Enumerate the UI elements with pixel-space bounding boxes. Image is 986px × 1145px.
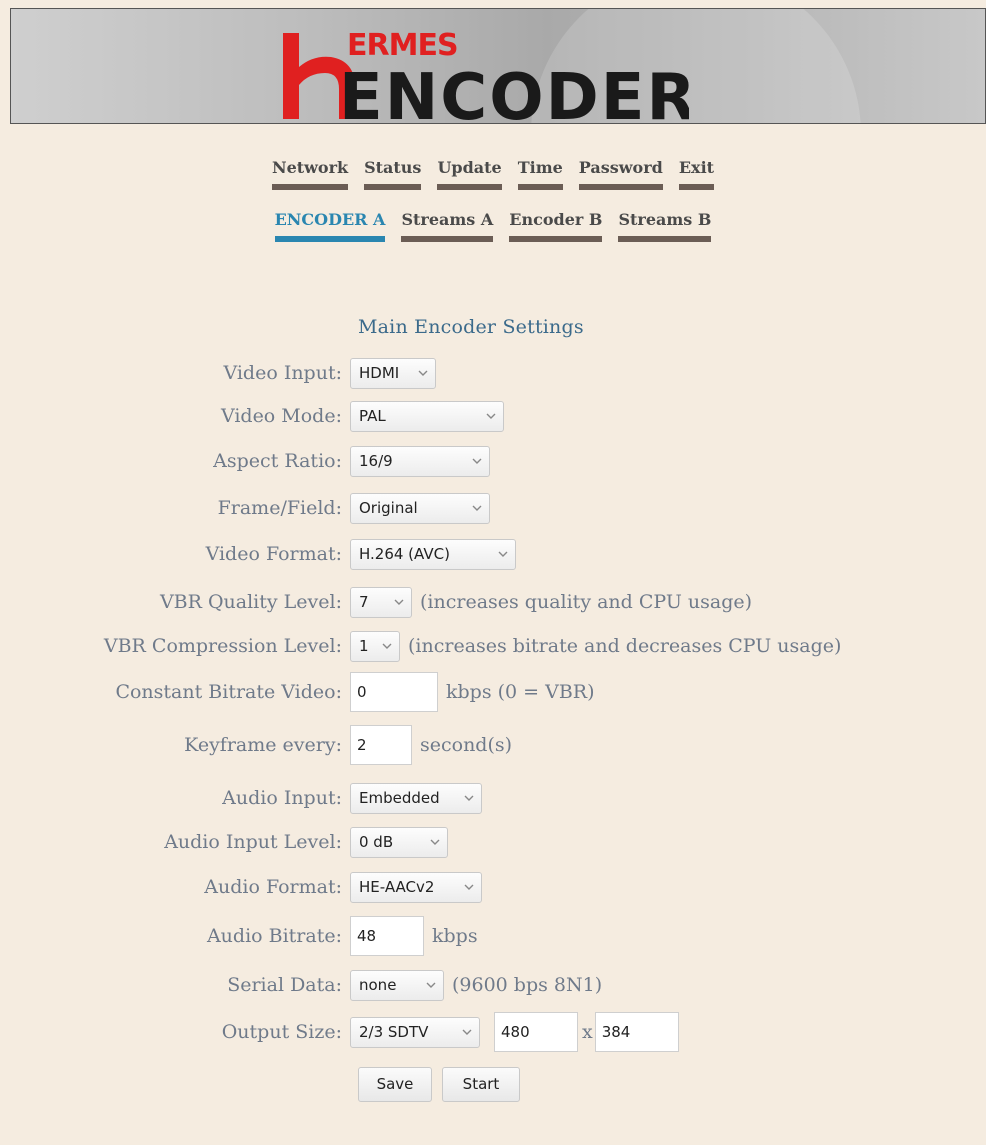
audio-input-select[interactable]: Embedded [350,782,482,814]
label-keyframe: Keyframe every: [184,734,342,756]
row-video-input: Video Input: HDMI [0,355,436,391]
nav-network[interactable]: Network [271,158,349,190]
chevron-down-icon [462,1029,472,1035]
audio-level-value: 0 dB [359,833,394,851]
header-banner: ERMES ENCODER [10,8,986,124]
audio-bitrate-input[interactable]: 48 [350,916,424,956]
row-cbr-video: Constant Bitrate Video: 0 kbps (0 = VBR) [0,672,595,712]
video-format-select[interactable]: H.264 (AVC) [350,538,516,570]
frame-field-value: Original [359,499,418,517]
label-aspect-ratio: Aspect Ratio: [213,450,342,472]
label-video-mode: Video Mode: [220,405,342,427]
nav-main: Network Status Update Time Password Exit [0,158,986,190]
keyframe-note: second(s) [420,734,513,756]
serial-data-select[interactable]: none [350,969,444,1001]
label-vbr-quality: VBR Quality Level: [159,591,342,613]
nav-encoder-b[interactable]: Encoder B [509,210,603,242]
nav-streams-b[interactable]: Streams B [618,210,712,242]
row-audio-bitrate: Audio Bitrate: 48 kbps [0,916,478,956]
row-vbr-compression: VBR Compression Level: 1 (increases bitr… [0,628,841,664]
nav-time[interactable]: Time [517,158,563,190]
chevron-down-icon [418,370,428,376]
row-serial-data: Serial Data: none (9600 bps 8N1) [0,967,602,1003]
audio-level-select[interactable]: 0 dB [350,826,448,858]
vbr-quality-note: (increases quality and CPU usage) [420,591,753,613]
save-button[interactable]: Save [358,1066,432,1102]
row-frame-field: Frame/Field: Original [0,490,490,526]
label-audio-input: Audio Input: [222,787,342,809]
keyframe-input[interactable]: 2 [350,725,412,765]
nav-update[interactable]: Update [437,158,502,190]
label-frame-field: Frame/Field: [217,497,342,519]
row-keyframe: Keyframe every: 2 second(s) [0,725,513,765]
output-size-separator: x [582,1021,593,1043]
chevron-down-icon [472,458,482,464]
chevron-down-icon [426,982,436,988]
nav-status[interactable]: Status [364,158,422,190]
nav-encoder-a[interactable]: ENCODER A [274,210,386,242]
row-audio-input: Audio Input: Embedded [0,780,482,816]
serial-data-note: (9600 bps 8N1) [452,974,603,996]
cbr-video-note: kbps (0 = VBR) [446,681,595,703]
nav-password[interactable]: Password [578,158,663,190]
label-video-format: Video Format: [205,543,342,565]
nav-encoders: ENCODER A Streams A Encoder B Streams B [0,210,986,242]
nav-exit[interactable]: Exit [678,158,715,190]
row-aspect-ratio: Aspect Ratio: 16/9 [0,443,490,479]
cbr-video-input[interactable]: 0 [350,672,438,712]
vbr-quality-value: 7 [359,593,369,611]
label-audio-format: Audio Format: [204,876,342,898]
label-vbr-compression: VBR Compression Level: [103,635,342,657]
video-mode-value: PAL [359,407,386,425]
section-title: Main Encoder Settings [358,316,584,338]
serial-data-value: none [359,976,397,994]
svg-text:ENCODER: ENCODER [339,61,689,124]
label-serial-data: Serial Data: [227,974,342,996]
video-input-select[interactable]: HDMI [350,357,436,389]
audio-format-value: HE-AACv2 [359,878,435,896]
vbr-compression-select[interactable]: 1 [350,630,400,662]
video-mode-select[interactable]: PAL [350,400,504,432]
aspect-ratio-select[interactable]: 16/9 [350,445,490,477]
output-width-input[interactable]: 480 [494,1012,578,1052]
chevron-down-icon [430,839,440,845]
chevron-down-icon [486,413,496,419]
row-vbr-quality: VBR Quality Level: 7 (increases quality … [0,584,752,620]
label-audio-bitrate: Audio Bitrate: [206,925,342,947]
audio-bitrate-note: kbps [432,925,478,947]
form-actions: Save Start [358,1066,520,1102]
audio-input-value: Embedded [359,789,440,807]
vbr-compression-value: 1 [359,637,369,655]
label-output-size: Output Size: [221,1021,342,1043]
row-output-size: Output Size: 2/3 SDTV 480 x 384 [0,1012,679,1052]
row-video-format: Video Format: H.264 (AVC) [0,536,516,572]
output-size-select[interactable]: 2/3 SDTV [350,1016,480,1048]
chevron-down-icon [498,551,508,557]
svg-text:ERMES: ERMES [347,28,458,63]
start-button[interactable]: Start [442,1066,520,1102]
chevron-down-icon [464,795,474,801]
vbr-quality-select[interactable]: 7 [350,586,412,618]
row-video-mode: Video Mode: PAL [0,398,504,434]
video-input-value: HDMI [359,364,400,382]
chevron-down-icon [472,505,482,511]
frame-field-select[interactable]: Original [350,492,490,524]
label-video-input: Video Input: [223,362,342,384]
vbr-compression-note: (increases bitrate and decreases CPU usa… [408,635,842,657]
nav-streams-a[interactable]: Streams A [401,210,494,242]
aspect-ratio-value: 16/9 [359,452,393,470]
chevron-down-icon [464,884,474,890]
output-size-value: 2/3 SDTV [359,1023,429,1041]
hermes-encoder-logo: ERMES ENCODER [283,28,689,124]
row-audio-level: Audio Input Level: 0 dB [0,824,448,860]
label-cbr-video: Constant Bitrate Video: [115,681,342,703]
chevron-down-icon [394,599,404,605]
row-audio-format: Audio Format: HE-AACv2 [0,869,482,905]
video-format-value: H.264 (AVC) [359,545,450,563]
audio-format-select[interactable]: HE-AACv2 [350,871,482,903]
output-height-input[interactable]: 384 [594,1012,679,1052]
chevron-down-icon [382,643,392,649]
label-audio-level: Audio Input Level: [164,831,342,853]
